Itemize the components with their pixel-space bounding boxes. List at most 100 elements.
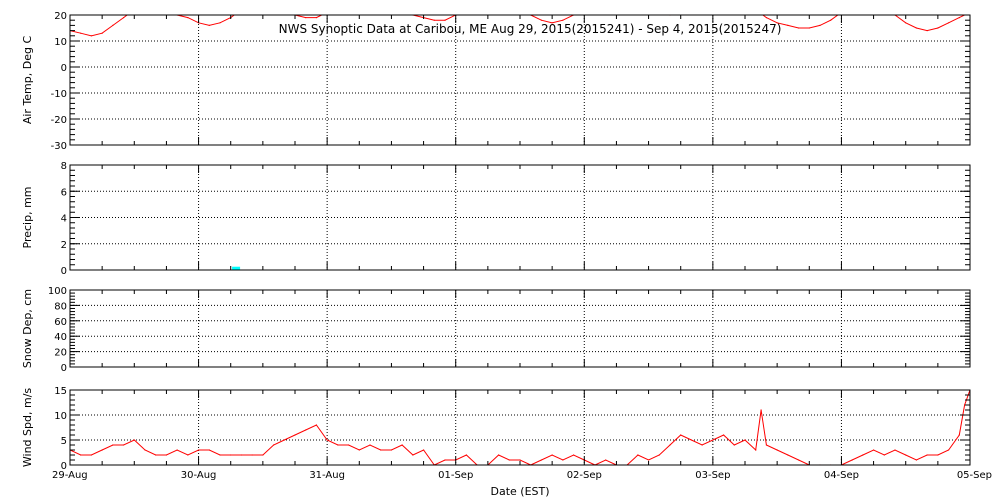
y-tick-label: 4 bbox=[61, 214, 67, 225]
wind-speed-data-point bbox=[744, 439, 746, 441]
wind-speed-data-point bbox=[90, 454, 93, 456]
wind-speed-data-point bbox=[508, 459, 510, 461]
wind-speed-data-point bbox=[701, 444, 703, 446]
precip-y-axis-label: Precip, mm bbox=[21, 187, 34, 249]
air-temp-data-point bbox=[584, 4, 585, 5]
air-temp-data-point bbox=[327, 12, 328, 13]
air-temp-data-point bbox=[80, 32, 82, 34]
wind-speed-data-point bbox=[894, 449, 896, 451]
wind-speed-data-point bbox=[230, 454, 232, 456]
wind-speed-data-point bbox=[272, 444, 275, 446]
air-temp-data-point bbox=[433, 19, 435, 21]
wind-speed-y-axis-label: Wind Spd, m/s bbox=[21, 388, 34, 468]
precip-panel: 0 2 4 6 8 Precip, mm bbox=[21, 161, 971, 277]
air-temp-data-point bbox=[702, 4, 703, 5]
air-temp-data-point bbox=[937, 27, 939, 29]
wind-speed-data-point bbox=[937, 454, 939, 456]
y-tick-label: 20 bbox=[54, 11, 67, 22]
y-tick-label: -30 bbox=[51, 141, 67, 152]
wind-speed-data-point bbox=[905, 454, 907, 456]
air-temp-data-point bbox=[509, 1, 510, 2]
wind-speed-data-point bbox=[658, 454, 660, 456]
air-temp-data-point bbox=[252, 1, 253, 2]
y-tick-label: 5 bbox=[61, 436, 67, 447]
air-temp-data-point bbox=[765, 17, 768, 19]
wind-speed-data-point bbox=[755, 449, 757, 451]
air-temp-data-point bbox=[391, 4, 392, 5]
air-temp-data-point bbox=[744, 1, 745, 2]
wind-speed-data-point bbox=[101, 449, 103, 451]
air-temp-data-point bbox=[884, 9, 885, 10]
wind-speed-data-point bbox=[958, 434, 960, 436]
wind-speed-data-point bbox=[765, 444, 768, 446]
wind-speed-data-point bbox=[197, 449, 200, 451]
air-temp-data-point bbox=[659, 12, 660, 13]
wind-speed-data-point bbox=[251, 454, 253, 456]
y-tick-label: 40 bbox=[54, 332, 67, 343]
y-tick-label: 20 bbox=[54, 348, 67, 359]
air-temp-data-point bbox=[337, 7, 338, 8]
y-tick-label: 60 bbox=[54, 317, 67, 328]
air-temp-data-point bbox=[241, 9, 242, 10]
wind-speed-data-point bbox=[947, 449, 950, 451]
air-temp-data-point bbox=[315, 17, 318, 19]
wind-speed-data-point bbox=[112, 444, 114, 446]
wind-speed-data-point bbox=[337, 444, 339, 446]
wind-speed-data-point bbox=[883, 454, 885, 456]
air-temp-data-point bbox=[969, 12, 970, 13]
air-temp-data-point bbox=[691, 9, 692, 10]
wind-speed-data-point bbox=[926, 454, 928, 456]
air-temp-data-point bbox=[852, 4, 853, 5]
wind-speed-data-point bbox=[80, 454, 82, 456]
y-tick-label: 10 bbox=[54, 411, 67, 422]
synoptic-figure: -30 -20 -10 0 10 20 Air Temp, Deg C 0 2 4 6 8 Precip… bbox=[21, 1, 992, 498]
x-tick-label: 05-Sep bbox=[957, 470, 992, 481]
air-temp-data-point bbox=[637, 4, 638, 5]
wind-speed-data-point bbox=[776, 449, 778, 451]
air-temp-data-point bbox=[862, 1, 863, 2]
snow-depth-frame bbox=[69, 289, 971, 368]
air-temp-data-point bbox=[208, 24, 210, 26]
wind-speed-data-point bbox=[787, 454, 789, 456]
air-temp-data-point bbox=[947, 22, 950, 24]
wind-speed-data-point bbox=[390, 449, 393, 451]
wind-speed-data-point bbox=[497, 454, 500, 456]
air-temp-data-point bbox=[144, 1, 145, 2]
air-temp-data-point bbox=[273, 4, 274, 5]
wind-speed-data-point bbox=[722, 434, 725, 436]
snow-depth-panel: 0 20 40 60 80 100 Snow Dep, cm bbox=[21, 286, 971, 374]
x-tick-label: 01-Sep bbox=[438, 470, 473, 481]
snow-depth-y-axis-label: Snow Dep, cm bbox=[21, 289, 34, 368]
y-tick-label: -20 bbox=[51, 115, 67, 126]
x-tick-label: 03-Sep bbox=[695, 470, 730, 481]
air-temp-data-point bbox=[787, 24, 789, 26]
air-temp-data-point bbox=[562, 19, 564, 21]
wind-speed-data-point bbox=[283, 439, 285, 441]
wind-speed-data-point bbox=[412, 454, 414, 456]
wind-speed-data-point bbox=[647, 459, 650, 461]
air-temp-data-point bbox=[284, 12, 285, 13]
wind-speed-data-point bbox=[401, 444, 403, 446]
wind-speed-data-point bbox=[690, 439, 693, 441]
air-temp-data-point bbox=[305, 17, 307, 19]
wind-speed-data-point bbox=[380, 449, 382, 451]
wind-speed-data-point bbox=[851, 459, 853, 461]
wind-speed-data-point bbox=[760, 409, 762, 411]
air-temp-data-point bbox=[905, 22, 907, 24]
wind-speed-data-point bbox=[712, 439, 714, 441]
air-temp-data-point bbox=[155, 4, 156, 5]
air-temp-data-point bbox=[755, 9, 756, 10]
x-tick-label: 29-Aug bbox=[52, 470, 88, 481]
air-temp-data-point bbox=[402, 9, 403, 10]
wind-speed-data-point bbox=[369, 444, 371, 446]
wind-speed-data-point bbox=[605, 459, 607, 461]
air-temp-data-point bbox=[926, 30, 928, 32]
air-temp-data-point bbox=[90, 35, 93, 37]
air-temp-data-point bbox=[519, 9, 520, 10]
x-axis-label: Date (EST) bbox=[490, 485, 549, 498]
air-temp-data-point bbox=[444, 19, 446, 21]
air-temp-y-axis-label: Air Temp, Deg C bbox=[21, 36, 34, 125]
wind-speed-data-point bbox=[347, 444, 350, 446]
air-temp-data-point bbox=[112, 24, 114, 26]
x-tick-label: 31-Aug bbox=[309, 470, 345, 481]
